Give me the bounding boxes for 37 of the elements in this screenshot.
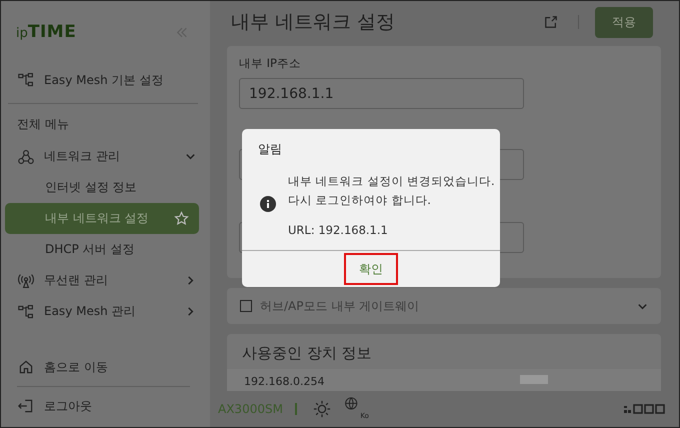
apply-button[interactable]: 적용 [595, 6, 653, 38]
menu-item[interactable]: 네트워크 관리 [5, 141, 210, 172]
dialog-title: 알림 [257, 141, 283, 158]
menu-item[interactable]: 홈으로 이동 [5, 350, 210, 384]
network-icon [18, 148, 34, 164]
dialog-url: URL: 192.168.1.1 [288, 222, 389, 236]
dialog-message: 내부 네트워크 설정이 변경되었습니다. [288, 172, 495, 190]
card-title: 사용중인 장치 정보 [241, 344, 373, 364]
page-title: 내부 네트워크 설정 [231, 10, 396, 35]
menu-item[interactable]: 무선랜 관리 [5, 265, 210, 296]
info-icon [260, 196, 276, 212]
share-icon[interactable] [544, 15, 558, 29]
antenna-icon [18, 272, 34, 288]
logo: ipTIME [16, 22, 76, 42]
sun-icon[interactable] [312, 400, 331, 418]
section-label: 전체 메뉴 [16, 116, 70, 133]
checkbox-label: 허브/AP모드 내부 게이트웨이 [260, 298, 420, 314]
hierarchy-icon [18, 72, 34, 88]
hierarchy-icon [18, 304, 34, 320]
submenu-item[interactable]: 내부 네트워크 설정 [5, 203, 199, 234]
layout-icon[interactable] [624, 404, 666, 414]
menu-item[interactable]: Easy Mesh 관리 [5, 296, 210, 327]
input-field[interactable]: 192.168.1.1 [239, 78, 524, 109]
blurred-block [520, 375, 548, 384]
logout-icon [18, 398, 34, 414]
home-icon [18, 359, 34, 375]
submenu-item[interactable]: 인터넷 설정 정보 [5, 172, 199, 203]
submenu-item[interactable]: DHCP 서버 설정 [5, 234, 199, 265]
menu-item[interactable]: Easy Mesh 기본 설정 [5, 63, 210, 97]
model-name: AX3000SM [218, 402, 283, 416]
confirm-button[interactable]: 확인 [344, 253, 398, 285]
checkbox[interactable] [240, 300, 252, 312]
menu-item[interactable]: 로그아웃 [5, 389, 210, 423]
device-ip: 192.168.0.254 [244, 374, 324, 388]
field-label: 내부 IP주소 [239, 56, 302, 71]
star-icon[interactable] [174, 211, 189, 226]
dialog-message: 다시 로그인하여야 합니다. [288, 192, 432, 208]
